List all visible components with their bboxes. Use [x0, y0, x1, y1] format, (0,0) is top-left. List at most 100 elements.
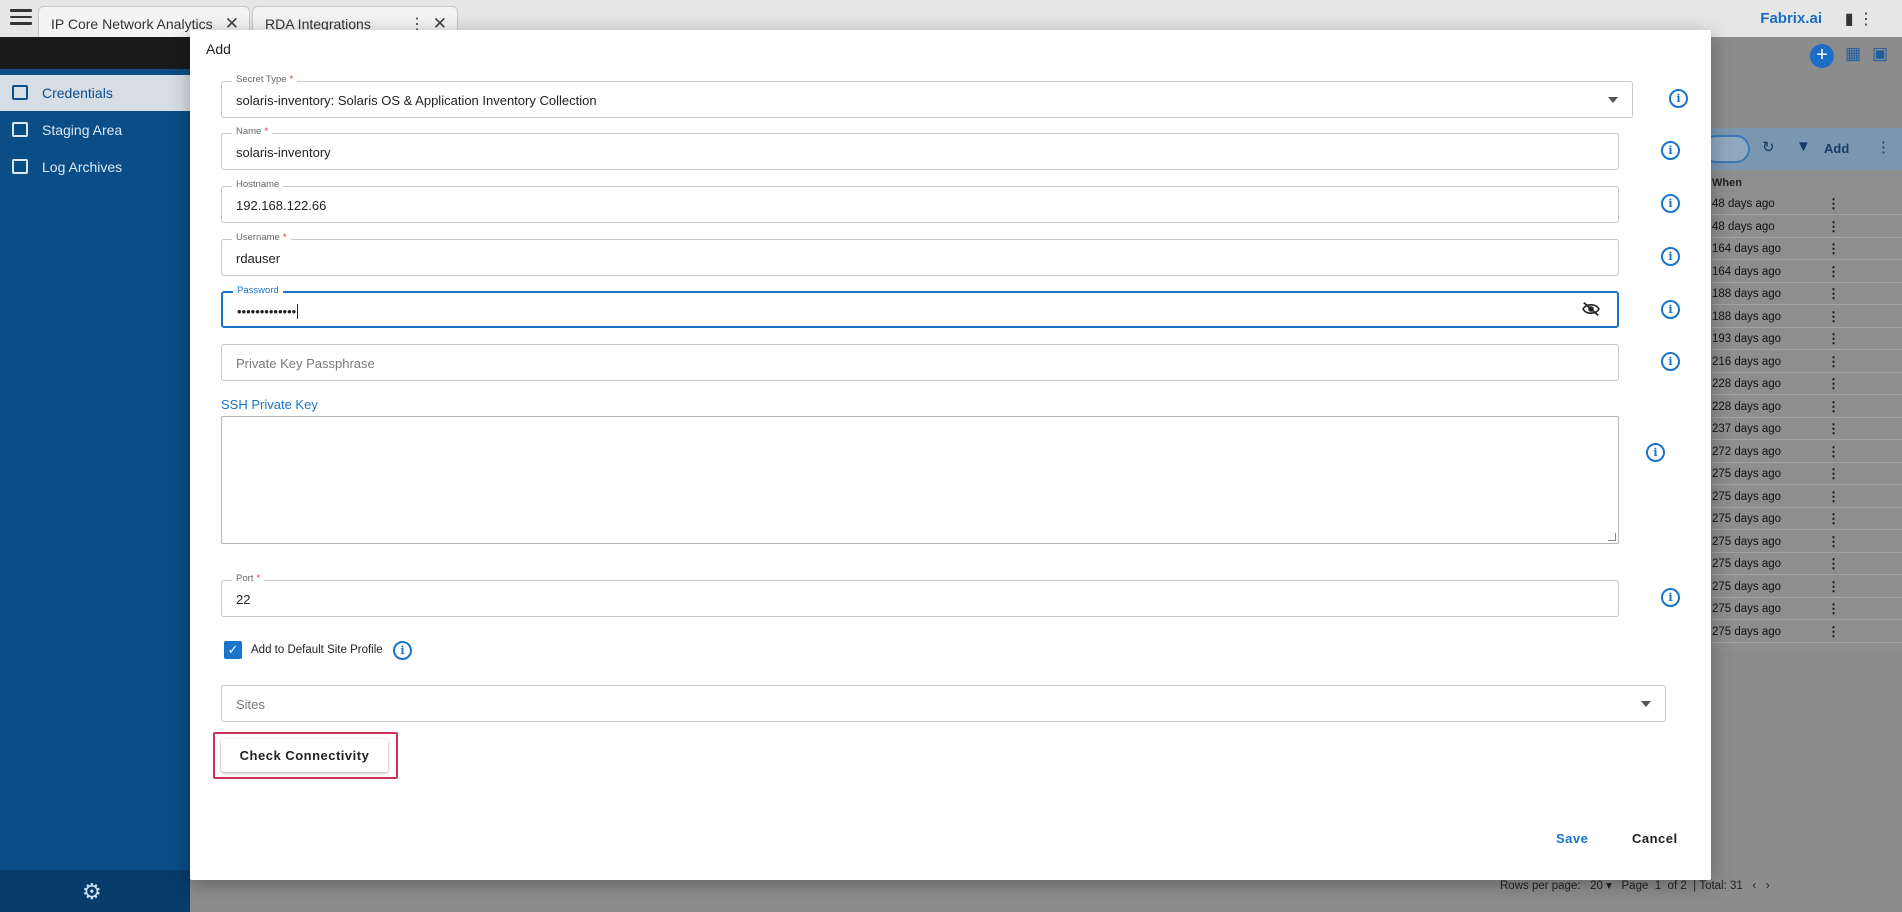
- secret-type-select[interactable]: Secret Type * solaris-inventory: Solaris …: [221, 74, 1633, 118]
- sidebar: Credentials Staging Area Log Archives ⚙: [0, 69, 190, 912]
- more-vertical-icon[interactable]: ▮ ⋮: [1845, 9, 1874, 29]
- username-field[interactable]: Username * rdauser: [221, 232, 1619, 276]
- table-row[interactable]: 275 days ago ⋮: [1712, 463, 1902, 485]
- save-button[interactable]: Save: [1556, 831, 1588, 846]
- private-key-passphrase-field[interactable]: Private Key Passphrase: [221, 344, 1619, 381]
- sidebar-item-staging-area[interactable]: Staging Area: [0, 112, 190, 148]
- more-vertical-icon[interactable]: ⋮: [1827, 309, 1840, 325]
- field-label: Password: [233, 285, 283, 296]
- more-vertical-icon[interactable]: ⋮: [1827, 601, 1840, 617]
- app-header-strip: [0, 37, 190, 69]
- more-vertical-icon[interactable]: ⋮: [1827, 354, 1840, 370]
- prev-page-icon[interactable]: ‹: [1752, 880, 1756, 892]
- hostname-field[interactable]: Hostname 192.168.122.66: [221, 179, 1619, 223]
- cell-when: 275 days ago: [1712, 513, 1782, 525]
- info-icon[interactable]: i: [1661, 194, 1680, 213]
- resize-handle-icon[interactable]: [1608, 533, 1616, 541]
- field-label: Port: [236, 573, 254, 584]
- table-row[interactable]: 237 days ago ⋮: [1712, 418, 1902, 440]
- next-page-icon[interactable]: ›: [1766, 880, 1770, 892]
- info-icon[interactable]: i: [1669, 89, 1688, 108]
- table-row[interactable]: 193 days ago ⋮: [1712, 328, 1902, 350]
- more-vertical-icon[interactable]: ⋮: [1827, 331, 1840, 347]
- table-row[interactable]: 216 days ago ⋮: [1712, 351, 1902, 373]
- ssh-private-key-label: SSH Private Key: [221, 397, 318, 412]
- rows-per-page-select[interactable]: 20: [1590, 880, 1603, 892]
- sidebar-item-label: Credentials: [42, 85, 113, 101]
- cell-when: 275 days ago: [1712, 535, 1782, 548]
- more-vertical-icon[interactable]: ⋮: [1827, 534, 1840, 550]
- ssh-private-key-textarea[interactable]: [221, 416, 1619, 544]
- gear-icon[interactable]: ⚙: [82, 879, 102, 905]
- more-vertical-icon[interactable]: ⋮: [1827, 196, 1840, 212]
- more-vertical-icon[interactable]: ⋮: [1827, 579, 1840, 595]
- more-vertical-icon[interactable]: ⋮: [1827, 556, 1840, 572]
- table-row[interactable]: 164 days ago ⋮: [1712, 261, 1902, 283]
- add-circle-icon[interactable]: +: [1810, 44, 1834, 68]
- field-value: rdauser: [236, 251, 281, 266]
- more-vertical-icon[interactable]: ⋮: [1827, 444, 1840, 460]
- refresh-icon[interactable]: ↻: [1762, 138, 1775, 156]
- more-vertical-icon[interactable]: ⋮: [1827, 399, 1840, 415]
- field-value: 22: [236, 592, 251, 607]
- page-label: Page: [1621, 880, 1649, 892]
- database-icon: [12, 122, 28, 137]
- table-row[interactable]: 275 days ago ⋮: [1712, 486, 1902, 508]
- password-field[interactable]: Password •••••••••••••: [221, 285, 1619, 328]
- chevron-down-icon[interactable]: [1641, 701, 1651, 707]
- sidebar-item-credentials[interactable]: Credentials: [0, 75, 190, 111]
- table-row[interactable]: 48 days ago ⋮: [1712, 216, 1902, 238]
- table-row[interactable]: 272 days ago ⋮: [1712, 441, 1902, 463]
- check-connectivity-button[interactable]: Check Connectivity: [221, 739, 388, 772]
- more-vertical-icon[interactable]: ⋮: [1827, 264, 1840, 280]
- name-field[interactable]: Name * solaris-inventory: [221, 126, 1619, 170]
- table-row[interactable]: 275 days ago ⋮: [1712, 598, 1902, 620]
- add-button[interactable]: Add: [1824, 141, 1849, 156]
- table-row[interactable]: 275 days ago ⋮: [1712, 508, 1902, 530]
- chevron-down-icon[interactable]: [1608, 97, 1618, 103]
- table-row[interactable]: 275 days ago ⋮: [1712, 531, 1902, 553]
- more-vertical-icon[interactable]: ⋮: [1827, 511, 1840, 527]
- info-icon[interactable]: i: [1661, 247, 1680, 266]
- table-row[interactable]: 228 days ago ⋮: [1712, 373, 1902, 395]
- sidebar-item-log-archives[interactable]: Log Archives: [0, 149, 190, 185]
- more-vertical-icon[interactable]: ⋮: [1827, 376, 1840, 392]
- port-field[interactable]: Port * 22: [221, 573, 1619, 617]
- export-icon[interactable]: ▣: [1872, 44, 1888, 64]
- field-label: Secret Type: [236, 74, 287, 85]
- column-header-when: When: [1712, 177, 1742, 189]
- more-vertical-icon[interactable]: ⋮: [1827, 241, 1840, 257]
- more-vertical-icon[interactable]: ⋮: [1876, 138, 1891, 156]
- table-row[interactable]: 188 days ago ⋮: [1712, 306, 1902, 328]
- total-count: Total: 31: [1699, 880, 1743, 892]
- filter-icon[interactable]: ▼: [1796, 138, 1811, 155]
- info-icon[interactable]: i: [1661, 588, 1680, 607]
- info-icon[interactable]: i: [393, 641, 412, 660]
- more-vertical-icon[interactable]: ⋮: [1827, 286, 1840, 302]
- cancel-button[interactable]: Cancel: [1632, 831, 1678, 846]
- visibility-off-icon[interactable]: [1581, 301, 1601, 317]
- table-row[interactable]: 275 days ago ⋮: [1712, 553, 1902, 575]
- sites-select[interactable]: Sites: [221, 685, 1666, 722]
- grid-icon[interactable]: ▦: [1845, 44, 1861, 64]
- more-vertical-icon[interactable]: ⋮: [1827, 624, 1840, 640]
- table-row[interactable]: 48 days ago ⋮: [1712, 193, 1902, 215]
- table-row[interactable]: 228 days ago ⋮: [1712, 396, 1902, 418]
- table-row[interactable]: 164 days ago ⋮: [1712, 238, 1902, 260]
- page-input[interactable]: 1: [1655, 880, 1661, 892]
- info-icon[interactable]: i: [1661, 141, 1680, 160]
- info-icon[interactable]: i: [1661, 300, 1680, 319]
- table-row[interactable]: 188 days ago ⋮: [1712, 283, 1902, 305]
- more-vertical-icon[interactable]: ⋮: [1827, 489, 1840, 505]
- table-row[interactable]: 275 days ago ⋮: [1712, 576, 1902, 598]
- info-icon[interactable]: i: [1661, 352, 1680, 371]
- more-vertical-icon[interactable]: ⋮: [1827, 219, 1840, 235]
- table-row[interactable]: 275 days ago ⋮: [1712, 621, 1902, 643]
- brand-logo: Fabrix.ai: [1760, 10, 1822, 27]
- more-vertical-icon[interactable]: ⋮: [1827, 466, 1840, 482]
- cell-when: 275 days ago: [1712, 468, 1782, 480]
- info-icon[interactable]: i: [1646, 443, 1665, 462]
- more-vertical-icon[interactable]: ⋮: [1827, 421, 1840, 437]
- default-site-profile-checkbox[interactable]: ✓: [224, 641, 242, 659]
- menu-icon[interactable]: [10, 9, 32, 25]
